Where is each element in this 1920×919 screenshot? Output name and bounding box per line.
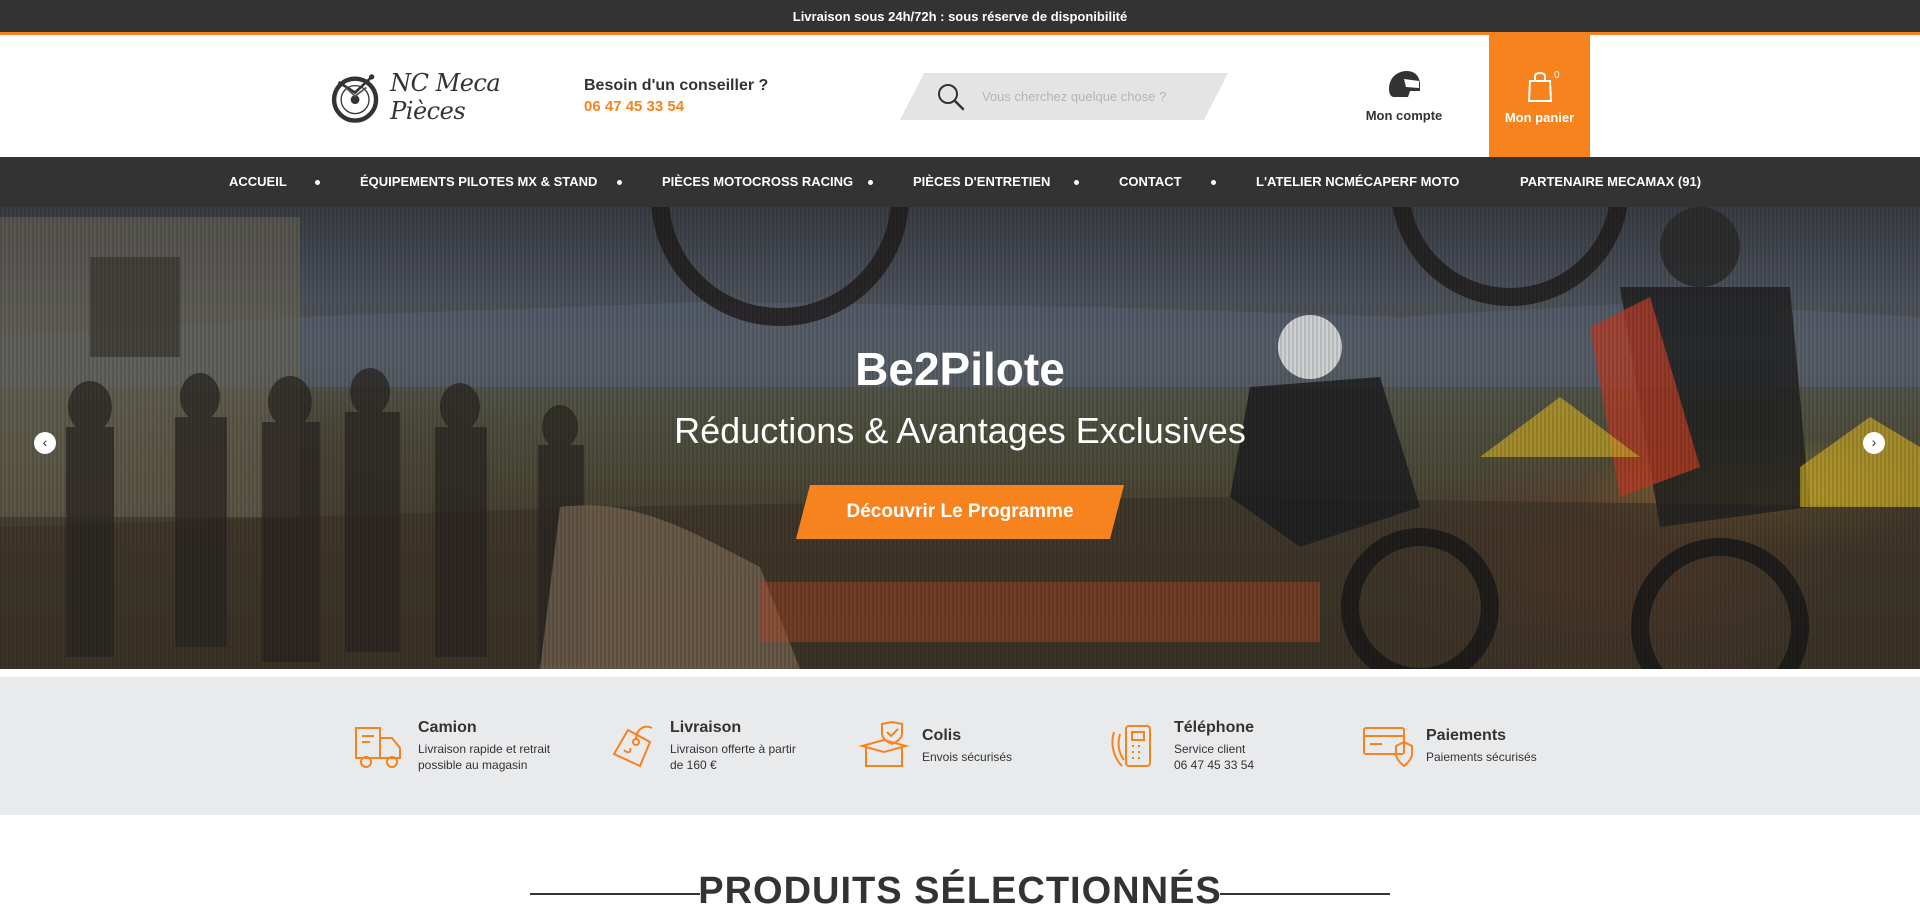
slider-prev-button[interactable]: ‹ [34, 432, 56, 454]
payment-card-icon [1363, 727, 1413, 768]
nav-item-partenaire[interactable]: PARTENAIRE MECAMAX (91) [1520, 157, 1701, 207]
feature-desc: Livraison rapide et retrait possible au m… [418, 742, 551, 772]
announcement-bar: Livraison sous 24h/72h : sous réserve de… [0, 0, 1920, 35]
search-icon[interactable] [936, 82, 966, 112]
hero-slider: ‹ Be2Pilote Réductions & Avantages Exclu… [0, 207, 1920, 669]
cart-count-badge: 0 [1554, 70, 1560, 81]
features-strip: Camion Livraison rapide et retrait possib… [0, 677, 1920, 815]
cart-label: Mon panier [1504, 110, 1575, 125]
feature-camion: Camion Livraison rapide et retrait possib… [354, 677, 550, 815]
nav-item-contact[interactable]: CONTACT [1119, 157, 1182, 207]
slider-next-button[interactable]: › [1863, 432, 1885, 454]
feature-desc: Service client 06 47 45 33 54 [1174, 742, 1255, 772]
nav-separator [617, 180, 622, 185]
section-title: PRODUITS SÉLECTIONNÉS [698, 870, 1222, 912]
hero-subtitle: Réductions & Avantages Exclusives [674, 410, 1246, 451]
truck-icon [355, 727, 401, 768]
feature-title: Camion [418, 719, 477, 736]
feature-desc: Envois sécurisés [922, 750, 1013, 764]
feature-title: Paiements [1426, 727, 1507, 744]
nav-separator [1074, 180, 1079, 185]
discover-program-button[interactable]: Découvrir Le Programme [796, 485, 1124, 539]
site-logo[interactable]: NC Meca Pièces [328, 63, 558, 131]
selected-products-section: PRODUITS SÉLECTIONNÉS [0, 815, 1920, 914]
advisor-contact: Besoin d'un conseiller ? 06 47 45 33 54 [584, 77, 768, 115]
nav-separator [868, 180, 873, 185]
account-link[interactable]: Mon compte [1360, 69, 1448, 125]
helmet-icon [1389, 71, 1420, 97]
cart-button[interactable]: 0 Mon panier [1489, 35, 1590, 157]
feature-title: Livraison [670, 719, 742, 736]
announcement-text: Livraison sous 24h/72h : sous réserve de… [792, 8, 1128, 24]
shopping-bag-icon [1527, 72, 1552, 102]
feature-colis: Colis Envois sécurisés [858, 677, 1012, 815]
feature-title: Colis [922, 727, 962, 744]
search-bar [900, 73, 1228, 120]
motorcycle-wheel-logo-icon [331, 74, 379, 123]
nav-separator [1211, 180, 1216, 185]
nav-item-atelier[interactable]: L'ATELIER NCMÉCAPERF MOTO [1256, 157, 1459, 207]
nav-item-equipements[interactable]: ÉQUIPEMENTS PILOTES MX & STAND [360, 157, 597, 207]
heading-divider-right [1220, 893, 1390, 895]
nav-item-pieces-motocross[interactable]: PIÈCES MOTOCROSS RACING [662, 157, 853, 207]
nav-separator [315, 180, 320, 185]
package-check-icon [858, 720, 910, 767]
feature-desc: Paiements sécurisés [1426, 750, 1537, 764]
feature-title: Téléphone [1174, 719, 1255, 736]
phone-icon [1111, 725, 1151, 767]
feature-telephone: Téléphone Service client 06 47 45 33 54 [1110, 677, 1254, 815]
nav-item-pieces-entretien[interactable]: PIÈCES D'ENTRETIEN [913, 157, 1050, 207]
hero-title: Be2Pilote [855, 343, 1065, 395]
advisor-question: Besoin d'un conseiller ? [584, 77, 769, 94]
feature-desc: Livraison offerte à partir de 160 € [670, 742, 796, 772]
logo-text: NC Meca Pièces [390, 69, 501, 125]
account-label: Mon compte [1365, 108, 1443, 123]
feature-paiements: Paiements Paiements sécurisés [1362, 677, 1537, 815]
search-input[interactable] [982, 89, 1192, 104]
advisor-phone[interactable]: 06 47 45 33 54 [584, 98, 768, 115]
site-header: NC Meca Pièces Besoin d'un conseiller ? … [0, 35, 1920, 157]
feature-livraison: Livraison Livraison offerte à partir de 1… [606, 677, 796, 815]
price-tag-icon [612, 725, 653, 768]
main-navigation: ACCUEIL ÉQUIPEMENTS PILOTES MX & STAND P… [0, 157, 1920, 207]
nav-item-accueil[interactable]: ACCUEIL [229, 157, 287, 207]
